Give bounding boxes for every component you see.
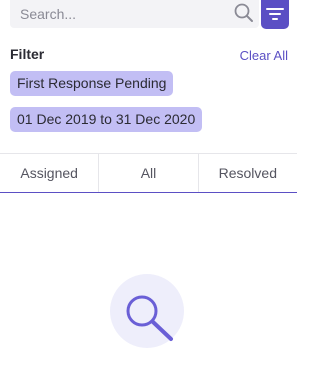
filter-chip-date-range[interactable]: 01 Dec 2019 to 31 Dec 2020 xyxy=(10,107,203,132)
empty-state-illustration xyxy=(110,274,184,348)
clear-all-link[interactable]: Clear All xyxy=(240,48,288,64)
filter-icon xyxy=(266,8,284,20)
magnifier-icon xyxy=(126,295,173,341)
search-icon[interactable] xyxy=(233,2,255,24)
filter-button[interactable] xyxy=(261,0,289,29)
filter-chip-status[interactable]: First Response Pending xyxy=(10,71,174,96)
tab-all[interactable]: All xyxy=(98,154,197,192)
search-bar xyxy=(10,0,259,28)
tab-assigned[interactable]: Assigned xyxy=(0,154,98,192)
tab-bar: Assigned All Resolved xyxy=(0,153,297,193)
filter-title: Filter xyxy=(10,46,45,62)
tab-resolved[interactable]: Resolved xyxy=(197,154,297,192)
search-input[interactable] xyxy=(10,0,230,28)
